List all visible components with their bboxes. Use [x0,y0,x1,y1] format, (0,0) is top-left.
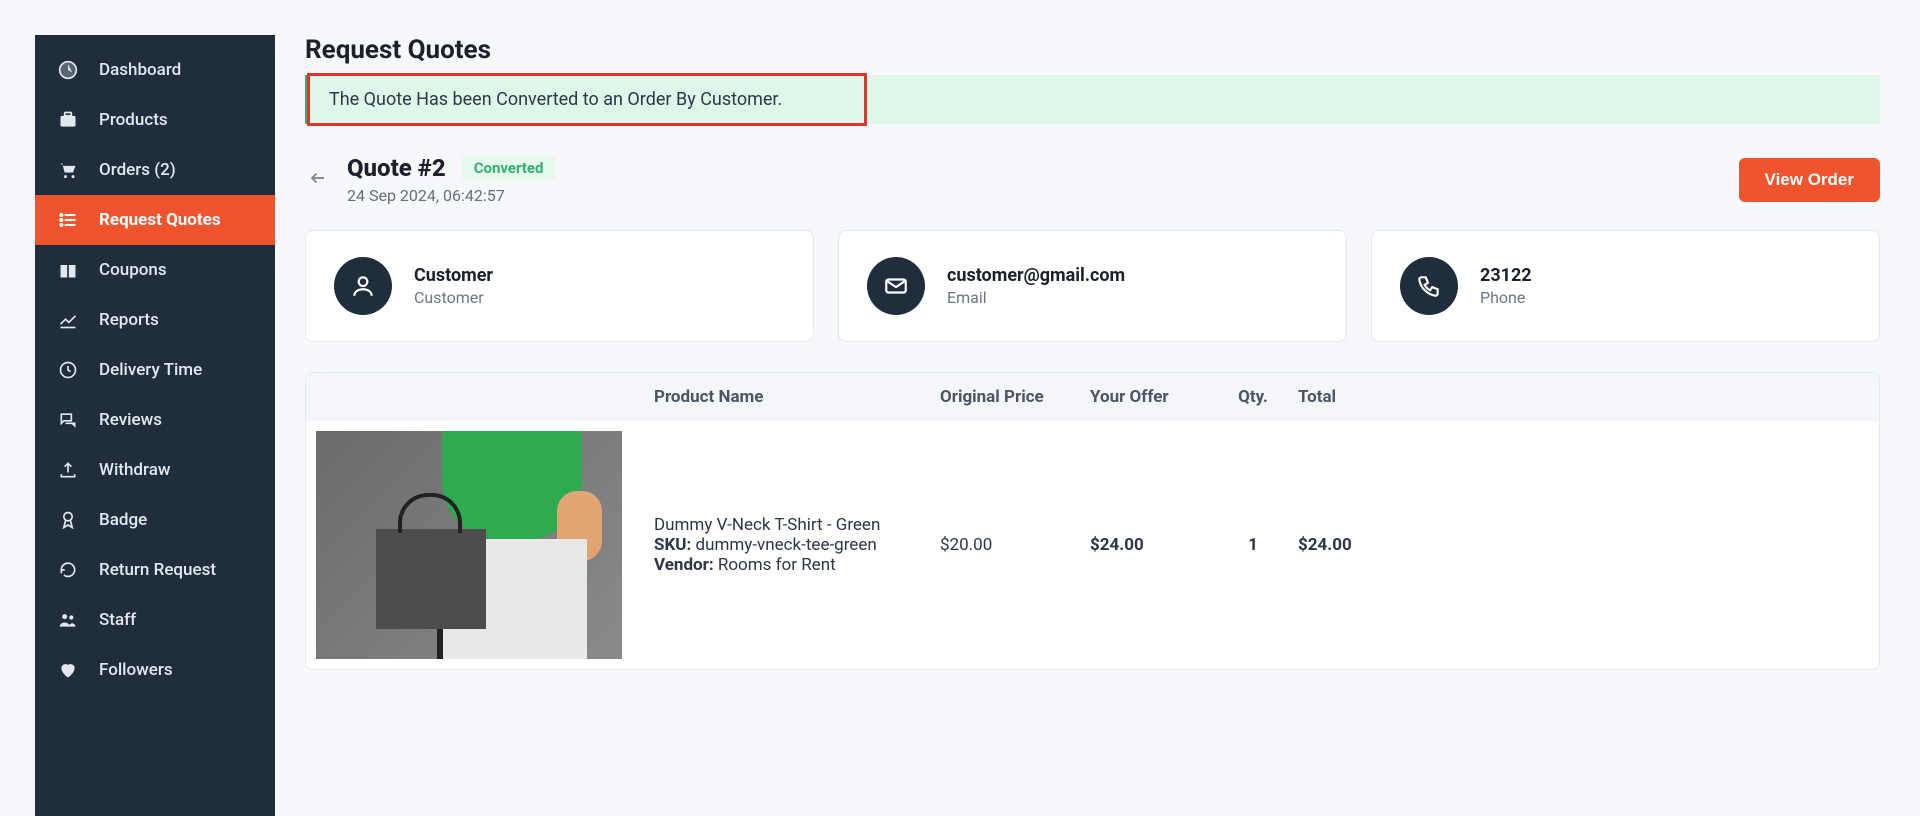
th-total: Total [1298,387,1438,407]
sidebar-item-label: Dashboard [99,60,181,80]
heart-icon [57,659,79,681]
sidebar-item-request-quotes[interactable]: Request Quotes [35,195,275,245]
sidebar-item-delivery-time[interactable]: Delivery Time [35,345,275,395]
sidebar-item-label: Reviews [99,410,162,430]
quote-timestamp: 24 Sep 2024, 06:42:57 [347,186,555,205]
product-total: $24.00 [1298,535,1438,555]
product-vendor: Rooms for Rent [718,555,836,575]
quote-header: Quote #2 Converted 24 Sep 2024, 06:42:57… [305,154,1880,205]
product-orig-price: $20.00 [940,535,1090,555]
th-product-name: Product Name [654,387,940,407]
sidebar-item-label: Badge [99,510,147,530]
sidebar-item-label: Request Quotes [99,210,221,230]
sidebar-item-orders[interactable]: Orders (2) [35,145,275,195]
info-card-customer: Customer Customer [305,230,814,342]
sidebar-item-label: Orders (2) [99,160,176,180]
cart-icon [57,159,79,181]
mail-icon [867,257,925,315]
sidebar-item-products[interactable]: Products [35,95,275,145]
sidebar-item-label: Return Request [99,560,216,580]
sidebar-item-reports[interactable]: Reports [35,295,275,345]
sidebar-item-label: Reports [99,310,159,330]
main-content: Request Quotes The Quote Has been Conver… [275,35,1920,816]
th-your-offer: Your Offer [1090,387,1208,407]
th-qty: Qty. [1208,387,1298,407]
comments-icon [57,409,79,431]
sidebar-item-label: Coupons [99,260,167,280]
th-original-price: Original Price [940,387,1090,407]
table-header-row: Product Name Original Price Your Offer Q… [306,373,1879,421]
sidebar: Dashboard Products Orders (2) Request Qu… [35,35,275,816]
badge-icon [57,509,79,531]
customer-name: Customer [414,265,493,286]
info-card-phone: 23122 Phone [1371,230,1880,342]
sidebar-item-return-request[interactable]: Return Request [35,545,275,595]
upload-icon [57,459,79,481]
product-sku: dummy-vneck-tee-green [696,535,877,555]
sku-label: SKU: [654,535,691,555]
sidebar-item-coupons[interactable]: Coupons [35,245,275,295]
list-icon [57,209,79,231]
customer-email: customer@gmail.com [947,265,1125,286]
sidebar-item-reviews[interactable]: Reviews [35,395,275,445]
product-name: Dummy V-Neck T-Shirt - Green [654,515,920,535]
vendor-label: Vendor: [654,555,714,575]
back-arrow-icon[interactable] [305,164,331,196]
info-cards: Customer Customer customer@gmail.com Ema… [305,230,1880,342]
product-image [316,431,622,659]
sidebar-item-badge[interactable]: Badge [35,495,275,545]
customer-label: Customer [414,288,493,307]
sidebar-item-label: Delivery Time [99,360,202,380]
gift-icon [57,259,79,281]
sidebar-item-followers[interactable]: Followers [35,645,275,695]
users-icon [57,609,79,631]
product-qty: 1 [1208,535,1298,555]
email-label: Email [947,288,1125,307]
chart-icon [57,309,79,331]
sidebar-item-withdraw[interactable]: Withdraw [35,445,275,495]
sidebar-item-label: Followers [99,660,173,680]
table-row: Dummy V-Neck T-Shirt - Green SKU: dummy-… [306,421,1879,669]
product-offer: $24.00 [1090,535,1208,555]
phone-label: Phone [1480,288,1532,307]
quote-title: Quote #2 [347,154,446,182]
phone-icon [1400,257,1458,315]
alert-quote-converted: The Quote Has been Converted to an Order… [305,75,1880,124]
undo-icon [57,559,79,581]
status-badge: Converted [462,155,556,181]
clock-icon [57,359,79,381]
sidebar-item-label: Products [99,110,168,130]
products-table: Product Name Original Price Your Offer Q… [305,372,1880,670]
sidebar-item-dashboard[interactable]: Dashboard [35,45,275,95]
sidebar-item-staff[interactable]: Staff [35,595,275,645]
sidebar-item-label: Withdraw [99,460,170,480]
info-card-email: customer@gmail.com Email [838,230,1347,342]
page-title: Request Quotes [305,35,1880,65]
view-order-button[interactable]: View Order [1739,158,1880,202]
customer-phone: 23122 [1480,265,1532,286]
gauge-icon [57,59,79,81]
alert-text: The Quote Has been Converted to an Order… [329,89,782,110]
sidebar-item-label: Staff [99,610,136,630]
user-icon [334,257,392,315]
briefcase-icon [57,109,79,131]
